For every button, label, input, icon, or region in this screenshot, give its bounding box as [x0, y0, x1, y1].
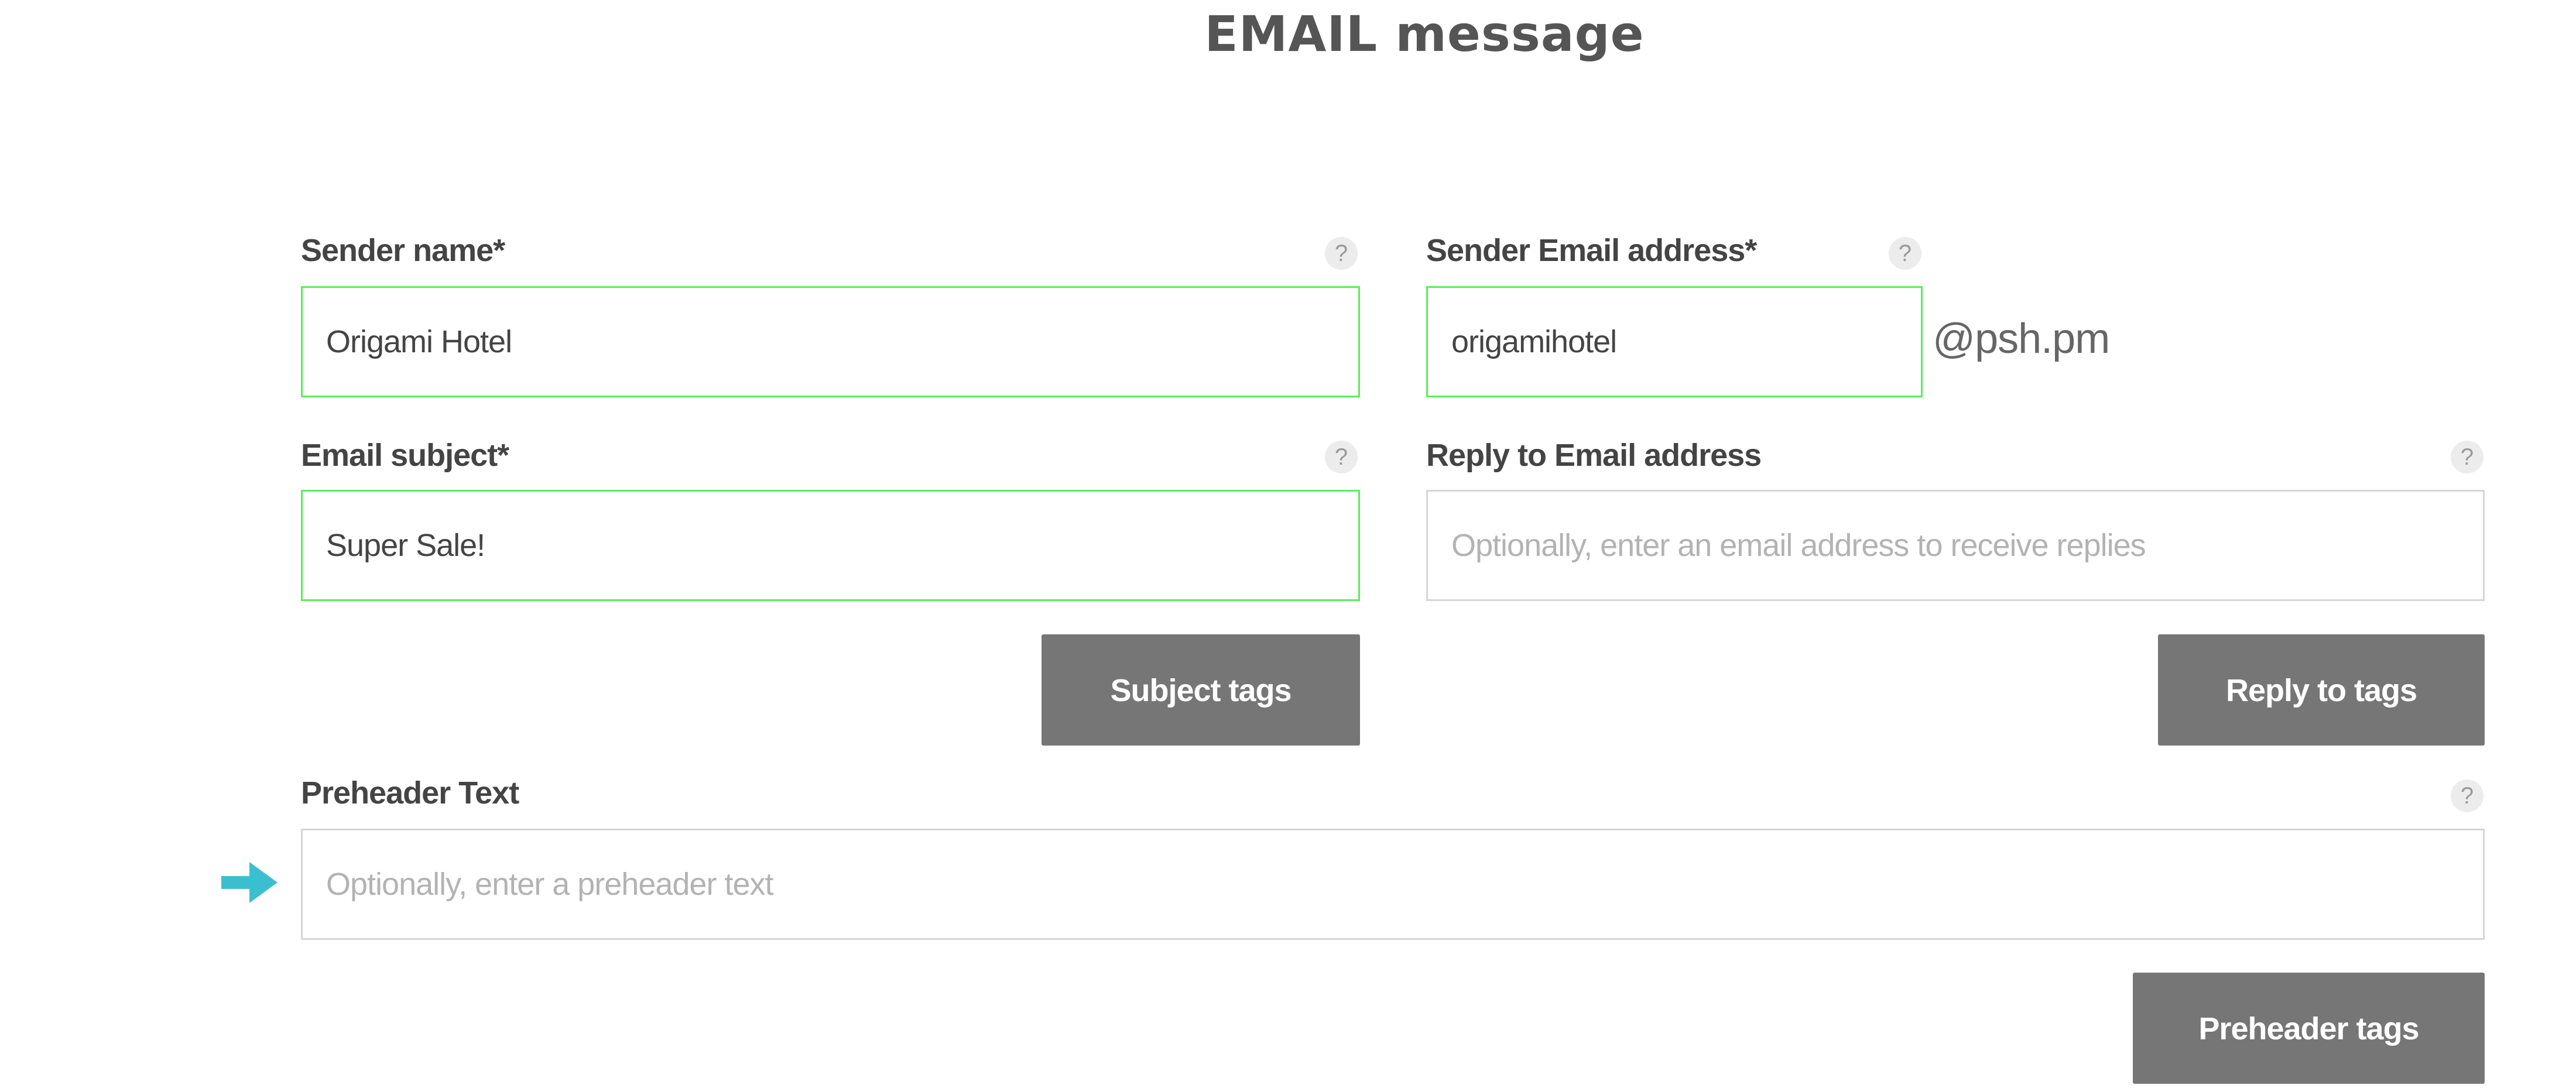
email-subject-help-icon[interactable]: ? [1325, 441, 1358, 473]
sender-name-help-icon[interactable]: ? [1325, 237, 1358, 270]
sender-name-label: Sender name* [301, 233, 505, 268]
sender-email-help-icon[interactable]: ? [1889, 237, 1921, 270]
sender-email-domain-suffix: @psh.pm [1933, 315, 2110, 362]
reply-to-label: Reply to Email address [1426, 438, 1762, 473]
preheader-label: Preheader Text [301, 775, 519, 811]
subject-tags-button[interactable]: Subject tags [1042, 634, 1360, 746]
preheader-tags-button[interactable]: Preheader tags [2133, 973, 2485, 1084]
preheader-help-icon[interactable]: ? [2451, 779, 2483, 812]
sender-email-input[interactable] [1426, 286, 1923, 397]
sender-name-input[interactable] [301, 286, 1360, 397]
sender-email-label: Sender Email address* [1426, 233, 1757, 268]
reply-to-tags-button[interactable]: Reply to tags [2158, 634, 2485, 746]
page-title: EMAIL message [1204, 5, 1645, 63]
right-arrow-icon [221, 862, 278, 903]
preheader-input[interactable] [301, 829, 2485, 940]
email-subject-label: Email subject* [301, 438, 509, 473]
reply-to-input[interactable] [1426, 490, 2485, 601]
reply-to-help-icon[interactable]: ? [2451, 441, 2483, 473]
email-subject-input[interactable] [301, 490, 1360, 601]
